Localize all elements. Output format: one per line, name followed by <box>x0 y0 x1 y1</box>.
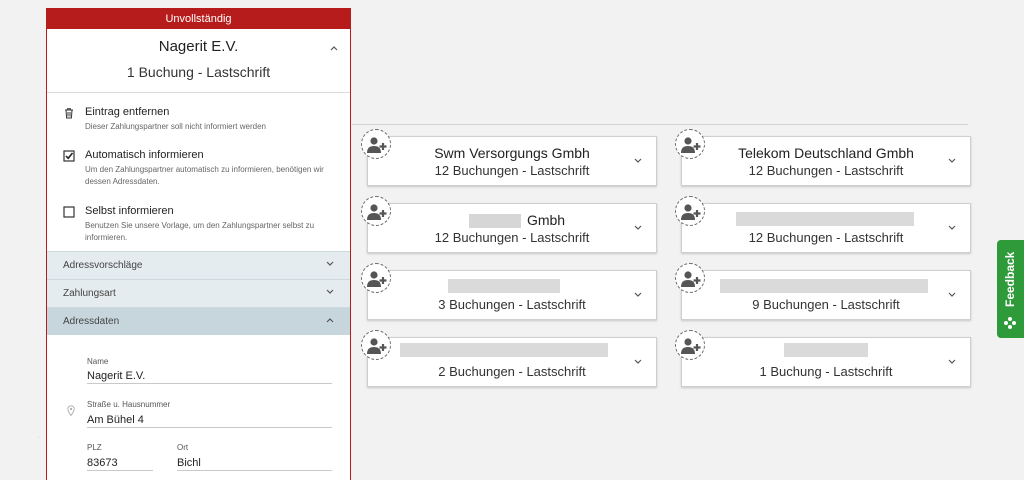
add-person-icon[interactable] <box>675 196 705 226</box>
zip-label: PLZ <box>87 443 102 452</box>
card-subtitle: 12 Buchungen - Lastschrift <box>748 230 904 245</box>
accordion-payment-type[interactable]: Zahlungsart <box>47 279 350 307</box>
chevron-down-icon <box>634 225 642 230</box>
chevron-down-icon <box>326 289 334 294</box>
street-field[interactable] <box>87 412 332 428</box>
chevron-down-icon <box>948 158 956 163</box>
redacted-text <box>468 214 521 229</box>
city-label: Ort <box>177 443 189 452</box>
panel-title: Nagerit E.V. <box>158 38 239 55</box>
add-person-icon[interactable] <box>675 129 705 159</box>
option-title: Selbst informieren <box>85 205 174 217</box>
option-desc: Benutzen Sie unsere Vorlage, um den Zahl… <box>85 221 315 242</box>
redacted-text <box>400 343 608 357</box>
checkbox-empty-icon[interactable] <box>63 206 75 218</box>
card-title: Swm Versorgungs Gmbh <box>434 145 590 161</box>
add-person-icon[interactable] <box>361 263 391 293</box>
zip-field[interactable] <box>87 455 153 471</box>
accordion-label: Zahlungsart <box>63 288 116 299</box>
accordion-label: Adressvorschläge <box>63 260 143 271</box>
card-subtitle: 1 Buchung - Lastschrift <box>759 364 893 379</box>
trash-icon <box>65 108 73 119</box>
feedback-label: Feedback <box>1003 251 1017 307</box>
checkbox-checked-icon[interactable] <box>63 150 75 162</box>
option-self-inform[interactable]: Selbst informieren Benutzen Sie unsere V… <box>63 205 333 244</box>
redacted-text <box>720 279 928 293</box>
accordion-label: Adressdaten <box>63 316 120 327</box>
card-title: Telekom Deutschland Gmbh <box>738 145 914 161</box>
option-list: Eintrag entfernen Dieser Zahlungspartner… <box>47 93 350 251</box>
chevron-down-icon <box>948 359 956 364</box>
location-pin-icon <box>67 405 75 416</box>
add-person-icon[interactable] <box>361 129 391 159</box>
chevron-down-icon <box>634 359 642 364</box>
card-subtitle: 3 Buchungen - Lastschrift <box>438 297 586 312</box>
panel-subtitle: 1 Buchung - Lastschrift <box>126 64 271 80</box>
option-title: Automatisch informieren <box>85 149 204 161</box>
street-label: Straße u. Hausnummer <box>87 400 171 409</box>
payment-partner-card[interactable]: 12 Buchungen - Lastschrift <box>681 203 971 253</box>
chevron-up-icon <box>326 318 334 323</box>
city-field[interactable] <box>177 455 332 471</box>
payment-partner-card[interactable]: Telekom Deutschland Gmbh 12 Buchungen - … <box>681 136 971 186</box>
card-subtitle: 9 Buchungen - Lastschrift <box>752 297 900 312</box>
payment-partner-panel: Unvollständig Nagerit E.V. 1 Buchung - L… <box>46 8 351 480</box>
address-form: Name Straße u. Hausnummer PLZ Ort <box>47 335 350 480</box>
feedback-tab[interactable]: Feedback <box>997 240 1024 338</box>
chevron-down-icon <box>326 261 334 266</box>
accordion-address-data[interactable]: Adressdaten <box>47 307 350 335</box>
card-subtitle: 12 Buchungen - Lastschrift <box>434 163 590 178</box>
add-person-icon[interactable] <box>361 196 391 226</box>
panel-edge-mark: · <box>38 434 41 441</box>
option-auto-inform[interactable]: Automatisch informieren Um den Zahlungsp… <box>63 149 333 188</box>
name-label: Name <box>87 357 109 366</box>
name-field[interactable] <box>87 368 332 384</box>
payment-partner-card[interactable]: 9 Buchungen - Lastschrift <box>681 270 971 320</box>
card-title-wrap: Gmbh <box>368 211 656 229</box>
add-person-icon[interactable] <box>361 330 391 360</box>
card-subtitle: 2 Buchungen - Lastschrift <box>438 364 586 379</box>
chevron-down-icon <box>634 292 642 297</box>
panel-header[interactable]: Nagerit E.V. 1 Buchung - Lastschrift <box>47 29 350 93</box>
option-desc: Dieser Zahlungspartner soll nicht inform… <box>85 122 266 131</box>
card-subtitle: 12 Buchungen - Lastschrift <box>748 163 904 178</box>
card-title: Gmbh <box>526 212 566 228</box>
redacted-text <box>736 212 914 226</box>
chevron-down-icon <box>948 292 956 297</box>
payment-partner-card[interactable]: Gmbh 12 Buchungen - Lastschrift <box>367 203 657 253</box>
chevron-up-icon[interactable] <box>330 45 338 51</box>
option-remove-entry[interactable]: Eintrag entfernen Dieser Zahlungspartner… <box>63 106 333 133</box>
accordion-address-suggestions[interactable]: Adressvorschläge <box>47 251 350 279</box>
chevron-down-icon <box>948 225 956 230</box>
option-desc: Um den Zahlungspartner automatisch zu in… <box>85 165 324 186</box>
chevron-down-icon <box>634 158 642 163</box>
payment-partner-card[interactable]: 2 Buchungen - Lastschrift <box>367 337 657 387</box>
add-person-icon[interactable] <box>675 263 705 293</box>
status-banner: Unvollständig <box>47 9 350 29</box>
card-subtitle: 12 Buchungen - Lastschrift <box>434 230 590 245</box>
payment-partner-card[interactable]: 1 Buchung - Lastschrift <box>681 337 971 387</box>
section-divider <box>352 124 968 125</box>
redacted-text <box>448 279 560 293</box>
payment-partner-card[interactable]: 3 Buchungen - Lastschrift <box>367 270 657 320</box>
redacted-text <box>784 343 868 357</box>
feedback-icon <box>1004 317 1016 329</box>
option-title: Eintrag entfernen <box>85 106 170 118</box>
payment-partner-card[interactable]: Swm Versorgungs Gmbh 12 Buchungen - Last… <box>367 136 657 186</box>
add-person-icon[interactable] <box>675 330 705 360</box>
